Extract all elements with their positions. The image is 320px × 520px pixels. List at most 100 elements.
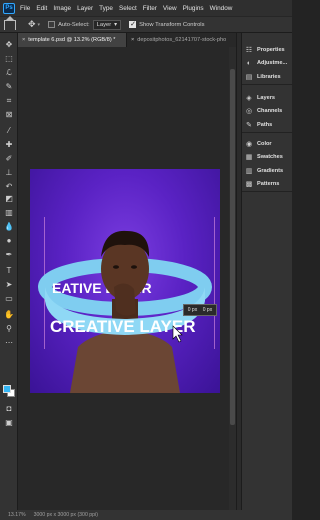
- panel-label: Swatches: [257, 154, 283, 161]
- document-info: 3000 px x 3000 px (300 ppi): [33, 512, 98, 518]
- tools-panel: ✥ ⬚ ℒ ✎ ⌗ ⊠ ⁄ ✚ ✐ ⊥ ↶ ◩ ▥ 💧 ● ✒ T ➤ ▭ ✋ …: [0, 33, 18, 510]
- chevron-down-icon[interactable]: ▾: [38, 22, 41, 28]
- history-brush-icon[interactable]: ↶: [3, 181, 15, 192]
- menu-window[interactable]: Window: [210, 5, 233, 12]
- crop-tool-icon[interactable]: ⌗: [3, 95, 15, 106]
- move-tool-icon[interactable]: ✥: [3, 39, 15, 50]
- auto-select-label: Auto-Select:: [58, 21, 90, 28]
- panel-label: Libraries: [257, 73, 281, 80]
- menu-plugins[interactable]: Plugins: [183, 5, 204, 12]
- eyedropper-icon[interactable]: ⁄: [3, 125, 15, 136]
- artwork-illustration: EATIVE LAYER CREATIVE LAYER: [38, 230, 212, 393]
- healing-brush-icon[interactable]: ✚: [3, 139, 15, 150]
- panel-label: Properties: [257, 46, 285, 53]
- transform-controls-label: Show Transform Controls: [139, 21, 205, 28]
- scrollbar-thumb[interactable]: [230, 69, 235, 425]
- zoom-tool-icon[interactable]: ⚲: [3, 323, 15, 334]
- path-select-icon[interactable]: ➤: [3, 279, 15, 290]
- move-tool-icon[interactable]: ✥: [28, 19, 36, 30]
- panel-label: Layers: [257, 94, 276, 101]
- tab-label: template 6.psd @ 13.2% (RGB/8) *: [28, 37, 116, 43]
- panel-libraries[interactable]: ▤ Libraries: [242, 70, 293, 84]
- menu-filter[interactable]: Filter: [143, 5, 157, 12]
- menu-bar: Ps File Edit Image Layer Type Select Fil…: [0, 0, 292, 16]
- chevron-down-icon: ▾: [114, 21, 118, 28]
- type-tool-icon[interactable]: T: [3, 265, 15, 276]
- blur-tool-icon[interactable]: 💧: [3, 221, 15, 232]
- panel-adjustments[interactable]: ◐ Adjustme...: [242, 57, 293, 71]
- panel-label: Gradients: [257, 167, 284, 174]
- panel-group-properties: ☷ Properties ◐ Adjustme... ▤ Libraries: [242, 43, 293, 85]
- right-eye-shape: [131, 265, 137, 269]
- panel-color[interactable]: ◉ Color: [242, 137, 293, 151]
- swatches-icon: ▦: [245, 154, 253, 162]
- channels-icon: ◎: [245, 108, 253, 116]
- lasso-tool-icon[interactable]: ℒ: [3, 67, 15, 78]
- panel-layers[interactable]: ◈ Layers: [242, 91, 293, 105]
- hand-tool-icon[interactable]: ✋: [3, 309, 15, 320]
- panel-channels[interactable]: ◎ Channels: [242, 105, 293, 119]
- document-tabs: × template 6.psd @ 13.2% (RGB/8) * × dep…: [18, 33, 236, 47]
- libraries-icon: ▤: [245, 73, 253, 81]
- foreground-color-swatch[interactable]: [3, 385, 11, 393]
- color-icon: ◉: [245, 140, 253, 148]
- tab-depositphotos[interactable]: × depositphotos_62141707-stock-pho: [126, 33, 236, 47]
- transform-controls-checkbox[interactable]: [129, 20, 137, 28]
- readout-a: 0 px: [187, 307, 198, 313]
- panel-properties[interactable]: ☷ Properties: [242, 43, 293, 57]
- home-icon[interactable]: [4, 15, 16, 30]
- rectangle-tool-icon[interactable]: ▭: [3, 293, 15, 304]
- menu-select[interactable]: Select: [119, 5, 137, 12]
- document-canvas[interactable]: EATIVE LAYER CREATIVE LAYER 0 px 0 px: [30, 169, 220, 393]
- panel-group-layers: ◈ Layers ◎ Channels ✎ Paths: [242, 91, 293, 133]
- auto-select-dropdown[interactable]: Layer ▾: [92, 19, 122, 30]
- tab-template[interactable]: × template 6.psd @ 13.2% (RGB/8) *: [18, 33, 126, 47]
- frame-tool-icon[interactable]: ⊠: [3, 109, 15, 120]
- brush-tool-icon[interactable]: ✐: [3, 153, 15, 164]
- menu-image[interactable]: Image: [53, 5, 71, 12]
- left-eye-shape: [113, 265, 119, 269]
- menu-layer[interactable]: Layer: [77, 5, 93, 12]
- hand-shape: [114, 283, 136, 316]
- marquee-tool-icon[interactable]: ⬚: [3, 53, 15, 64]
- more-tools-icon[interactable]: ⋯: [3, 337, 15, 348]
- auto-select-value: Layer: [96, 21, 112, 28]
- vertical-scrollbar[interactable]: [229, 47, 236, 510]
- panel-label: Adjustme...: [257, 60, 288, 67]
- zoom-level[interactable]: 13.17%: [8, 512, 26, 518]
- clone-stamp-icon[interactable]: ⊥: [3, 167, 15, 178]
- gradients-icon: ▥: [245, 167, 253, 175]
- status-bar: 13.17% 3000 px x 3000 px (300 ppi): [0, 510, 292, 520]
- shirt-shape: [70, 329, 180, 393]
- menu-view[interactable]: View: [163, 5, 177, 12]
- pen-tool-icon[interactable]: ✒: [3, 249, 15, 260]
- readout-b: 0 px: [202, 307, 213, 313]
- eraser-icon[interactable]: ◩: [3, 193, 15, 204]
- menu-items: File Edit Image Layer Type Select Filter…: [20, 5, 232, 12]
- menu-edit[interactable]: Edit: [36, 5, 47, 12]
- gradient-tool-icon[interactable]: ▥: [3, 207, 15, 218]
- menu-type[interactable]: Type: [99, 5, 113, 12]
- screen-mode-icon[interactable]: ▣: [3, 417, 15, 428]
- menu-file[interactable]: File: [20, 5, 30, 12]
- panel-swatches[interactable]: ▦ Swatches: [242, 151, 293, 165]
- right-panel-dock: ☷ Properties ◐ Adjustme... ▤ Libraries ◈…: [241, 33, 293, 510]
- close-icon[interactable]: ×: [22, 37, 25, 43]
- panel-gradients[interactable]: ▥ Gradients: [242, 164, 293, 178]
- photoshop-logo: Ps: [3, 2, 15, 14]
- quick-select-icon[interactable]: ✎: [3, 81, 15, 92]
- dodge-tool-icon[interactable]: ●: [3, 235, 15, 246]
- transform-readout: 0 px 0 px: [183, 304, 217, 316]
- properties-icon: ☷: [245, 46, 253, 54]
- panel-label: Color: [257, 140, 272, 147]
- patterns-icon: ▩: [245, 181, 253, 189]
- panel-patterns[interactable]: ▩ Patterns: [242, 178, 293, 192]
- close-icon[interactable]: ×: [131, 37, 134, 43]
- panel-paths[interactable]: ✎ Paths: [242, 118, 293, 132]
- paths-icon: ✎: [246, 121, 252, 129]
- panel-label: Channels: [257, 108, 283, 115]
- auto-select-checkbox[interactable]: [48, 21, 56, 28]
- adjustments-icon: ◐: [246, 59, 252, 67]
- quick-mask-icon[interactable]: ◘: [3, 403, 15, 414]
- panel-label: Paths: [257, 121, 273, 128]
